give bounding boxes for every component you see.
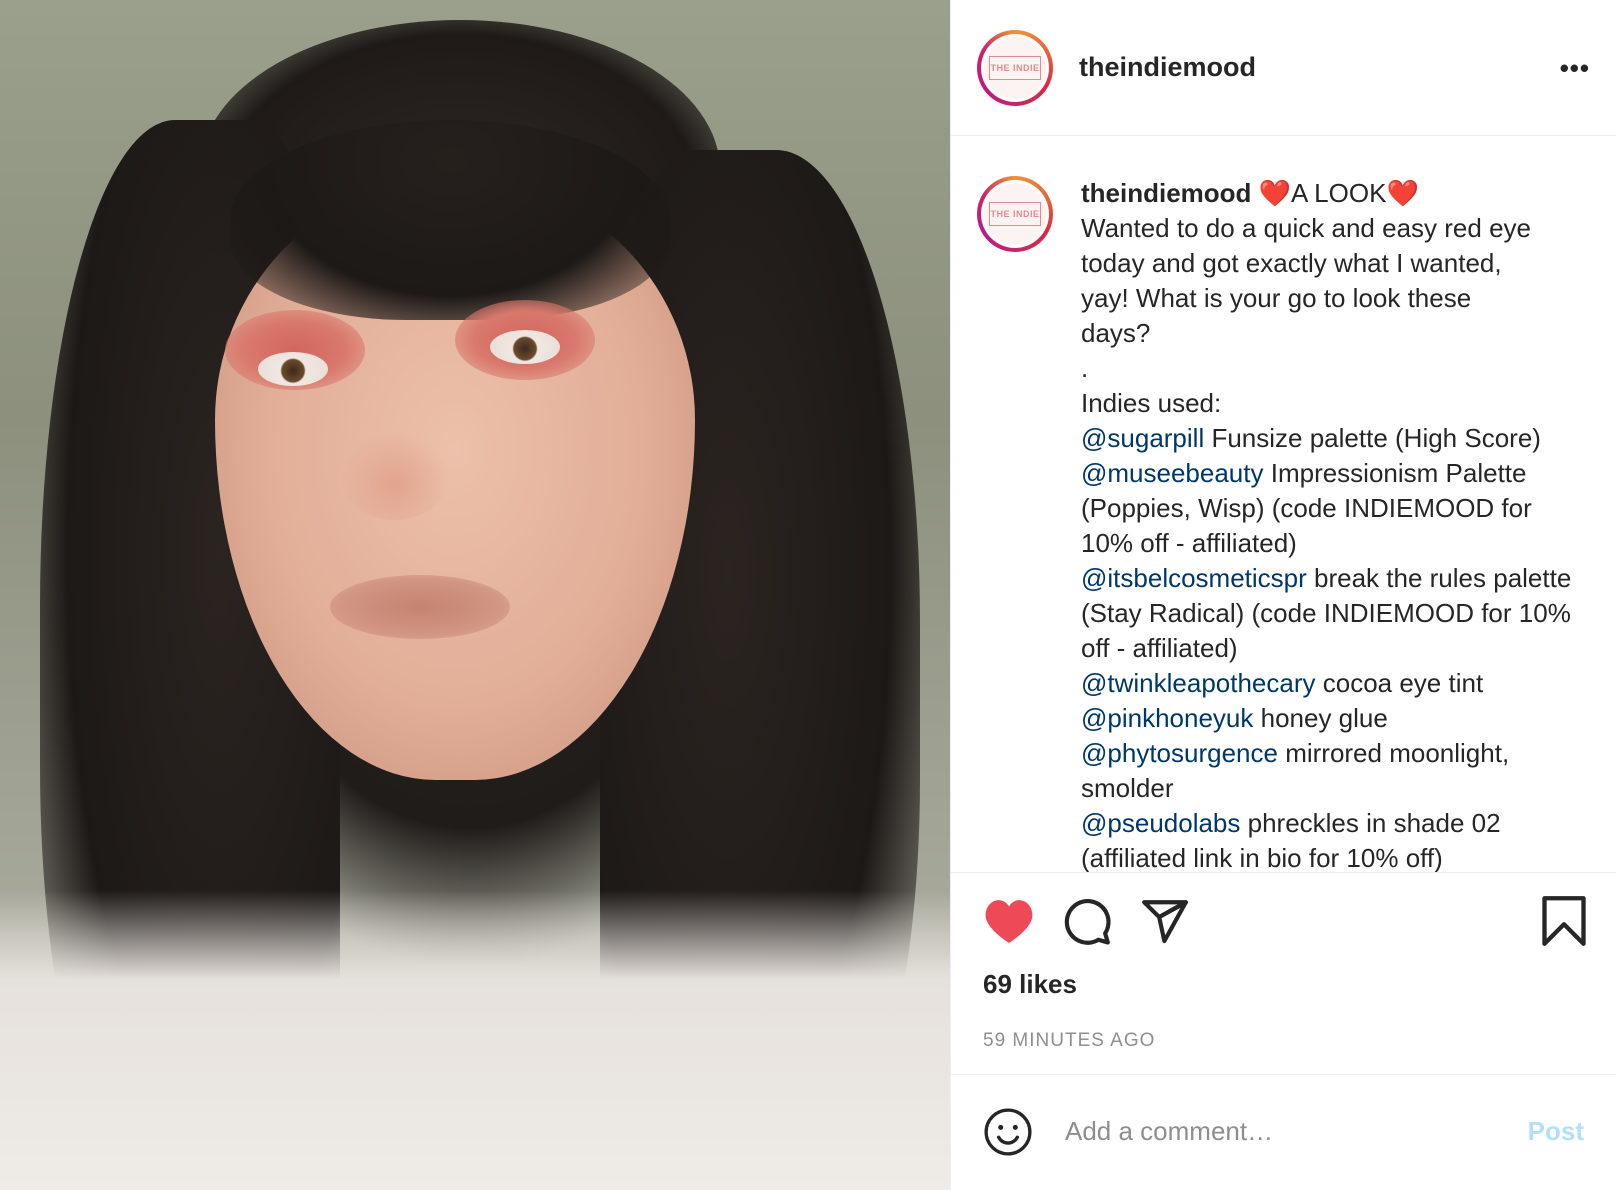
post-comment-button[interactable]: Post <box>1522 1115 1590 1148</box>
photo-eye-right <box>490 330 560 364</box>
product-line: @phytosurgence mirrored moonlight, smold… <box>1081 736 1581 806</box>
mention-link[interactable]: @museebeauty <box>1081 458 1264 488</box>
post-side-panel: THE INDIE theindiemood ••• THE INDIE the… <box>950 0 1616 1190</box>
product-line: @twinkleapothecary cocoa eye tint <box>1081 666 1581 701</box>
caption-line: today and got exactly what I wanted, <box>1081 248 1502 278</box>
caption-avatar-logo-text: THE INDIE <box>989 202 1041 226</box>
avatar-logo: THE INDIE <box>984 36 1046 99</box>
photo-lips <box>330 575 510 639</box>
product-line: @pinkhoneyuk honey glue <box>1081 701 1581 736</box>
mention-link[interactable]: @sugarpill <box>1081 423 1204 453</box>
product-text: Funsize palette (High Score) <box>1204 423 1541 453</box>
caption-line: days? <box>1081 318 1151 348</box>
mention-link[interactable]: @itsbelcosmeticspr <box>1081 563 1307 593</box>
comments-area[interactable]: THE INDIE theindiemood ❤️A LOOK❤️ Wanted… <box>951 136 1616 872</box>
product-line: @itsbelcosmeticspr break the rules palet… <box>1081 561 1581 666</box>
more-options-icon[interactable]: ••• <box>1560 55 1590 81</box>
caption-line: yay! What is your go to look these <box>1081 283 1472 313</box>
photo-bangs <box>230 120 670 320</box>
heart-emoji: ❤️ <box>1258 178 1292 208</box>
caption-text: theindiemood ❤️A LOOK❤️ Wanted to do a q… <box>1081 176 1581 872</box>
like-heart-icon[interactable] <box>983 895 1035 947</box>
mention-link[interactable]: @phytosurgence <box>1081 738 1278 768</box>
caption-first-line: theindiemood ❤️A LOOK❤️ <box>1081 176 1581 211</box>
product-text: honey glue <box>1253 703 1388 733</box>
likes-count[interactable]: 69 likes <box>983 969 1590 1000</box>
bookmark-icon[interactable] <box>1538 895 1590 947</box>
product-text: cocoa eye tint <box>1315 668 1484 698</box>
post-timestamp[interactable]: 59 MINUTES AGO <box>983 1030 1590 1074</box>
post-actions: 69 likes 59 MINUTES AGO <box>951 872 1616 1074</box>
avatar-border: THE INDIE <box>981 33 1049 102</box>
photo-shirt <box>0 890 950 1190</box>
avatar[interactable]: THE INDIE <box>977 29 1053 106</box>
share-icon[interactable] <box>1139 895 1191 947</box>
product-line: @museebeauty Impressionism Palette (Popp… <box>1081 456 1581 561</box>
instagram-post: THE INDIE theindiemood ••• THE INDIE the… <box>0 0 1616 1190</box>
header-username[interactable]: theindiemood <box>1079 52 1256 83</box>
caption-avatar[interactable]: THE INDIE <box>977 176 1053 252</box>
product-line: @sugarpill Funsize palette (High Score) <box>1081 421 1581 456</box>
mention-link[interactable]: @pinkhoneyuk <box>1081 703 1253 733</box>
caption-line: Indies used: <box>1081 388 1222 418</box>
emoji-smile-icon[interactable] <box>983 1107 1033 1157</box>
action-icons-row <box>983 893 1590 949</box>
caption-avatar-logo: THE INDIE <box>984 183 1046 245</box>
heart-emoji: ❤️ <box>1386 178 1419 208</box>
caption-line: Wanted to do a quick and easy red eye <box>1081 213 1531 243</box>
photo-eye-left <box>258 352 328 386</box>
comment-input[interactable] <box>1063 1115 1522 1148</box>
mention-link[interactable]: @twinkleapothecary <box>1081 668 1316 698</box>
caption-username[interactable]: theindiemood <box>1081 178 1251 208</box>
post-photo[interactable] <box>0 0 950 1190</box>
mention-link[interactable]: @pseudolabs <box>1081 808 1240 838</box>
product-line: @pseudolabs phreckles in shade 02 (affil… <box>1081 806 1581 872</box>
avatar-logo-text: THE INDIE <box>989 55 1041 80</box>
add-comment-bar: Post <box>951 1074 1616 1188</box>
caption-avatar-border: THE INDIE <box>981 180 1049 248</box>
photo-nose <box>340 430 450 520</box>
comment-icon[interactable] <box>1061 895 1113 947</box>
caption-line: . <box>1081 353 1089 383</box>
caption: THE INDIE theindiemood ❤️A LOOK❤️ Wanted… <box>977 176 1590 872</box>
post-header: THE INDIE theindiemood ••• <box>951 0 1616 136</box>
caption-title: A LOOK <box>1291 178 1387 208</box>
